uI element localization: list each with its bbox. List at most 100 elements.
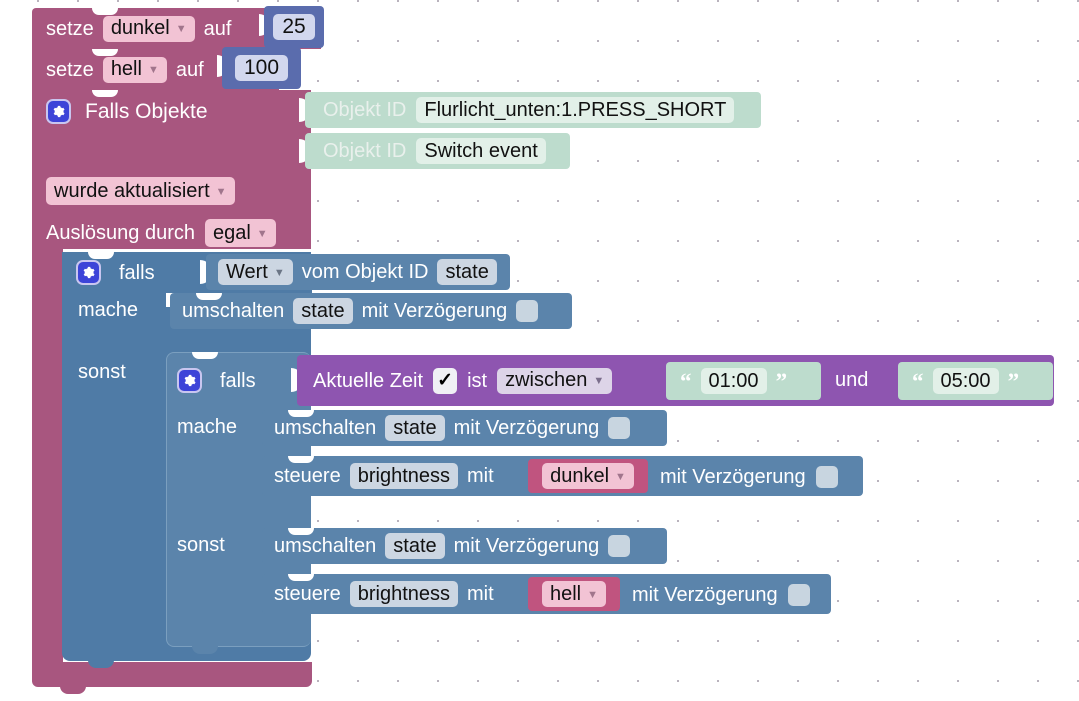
block-variable-dunkel[interactable]: dunkel ▼ [528,459,648,493]
toggle-target-field[interactable]: state [293,298,353,324]
setze-keyword-label: setze [46,17,94,40]
block-text-time-from[interactable]: “ 01:00 ” [666,362,821,400]
from-object-id-label: vom Objekt ID [301,261,429,283]
block-variable-hell[interactable]: hell ▼ [528,577,620,611]
block-object-id-2[interactable]: Objekt ID Switch event [305,133,570,169]
control-verb-label: steuere [274,465,341,487]
condition-dropdown[interactable]: wurde aktualisiert ▼ [46,177,235,205]
toggle-delay-checkbox-3[interactable] [608,535,631,557]
toggle-target-field-3[interactable]: state [385,533,445,559]
toggle-verb-label: umschalten [182,300,285,322]
control-delay-checkbox-2[interactable] [787,584,810,606]
control-delay-checkbox[interactable] [815,466,838,488]
block-toggle-state-outer[interactable]: umschalten state mit Verzögerung [170,293,572,329]
current-time-checkbox[interactable]: ✓ [433,367,458,394]
comparator-dropdown[interactable]: zwischen ▼ [497,367,613,394]
chevron-down-icon: ▼ [175,23,187,35]
control-delay-label: mit Verzögerung [660,466,806,488]
toggle-delay-checkbox-2[interactable] [608,417,631,439]
variable-dropdown-hell[interactable]: hell ▼ [102,56,167,83]
objekt-id-field-1[interactable]: Flurlicht_unten:1.PRESS_SHORT [416,97,735,123]
current-time-label: Aktuelle Zeit [313,369,424,392]
block-toggle-state-inner-else[interactable]: umschalten state mit Verzögerung [262,528,667,564]
gear-icon[interactable] [46,98,71,124]
trigger-bottom-bump [60,686,86,694]
if-inner-bottom-bump [192,646,218,654]
if-outer-bottom-bump [88,660,114,668]
if-inner-header: falls [177,365,256,396]
objekt-id-label-1: Objekt ID [323,99,407,121]
object-id-field-state[interactable]: state [437,259,497,285]
variable-dropdown-dunkel[interactable]: dunkel ▼ [102,15,195,42]
quote-open-icon: “ [680,368,692,394]
variable-hell-dropdown[interactable]: hell ▼ [541,581,607,607]
ist-label: ist [467,369,488,392]
if-outer-label: falls [119,261,155,284]
quote-close-icon: ” [775,368,788,394]
trigger-by-row: Auslösung durch egal ▼ [46,219,276,247]
control-delay-group-2: mit Verzögerung [632,581,810,609]
block-toggle-state-inner-do[interactable]: umschalten state mit Verzögerung [262,410,667,446]
block-get-value-state[interactable]: Wert ▼ vom Objekt ID state [206,254,510,290]
variable-dunkel-dropdown[interactable]: dunkel ▼ [542,463,634,489]
control-with-label-2: mit [467,583,494,605]
time-from-field[interactable]: 01:00 [700,368,767,394]
trigger-title-label: Falls Objekte [85,99,208,123]
value-type-dropdown[interactable]: Wert ▼ [218,259,293,285]
trigger-bottom-bar [32,662,312,687]
trigger-left-spine [32,249,63,670]
objekt-id-field-2[interactable]: Switch event [416,138,546,164]
control-target-field[interactable]: brightness [349,463,458,489]
block-if-outer-bottom [62,646,311,661]
if-inner-label: falls [220,369,256,392]
chevron-down-icon: ▼ [587,588,599,601]
trigger-by-dropdown[interactable]: egal ▼ [204,219,276,247]
toggle-delay-label: mit Verzögerung [361,300,508,322]
block-if-inner-bottom [166,633,311,647]
control-target-field-2[interactable]: brightness [349,581,458,607]
trigger-header: Falls Objekte [46,95,208,127]
toggle-delay-label-2: mit Verzögerung [453,417,600,439]
objekt-id-label-2: Objekt ID [323,140,407,162]
block-object-id-1[interactable]: Objekt ID Flurlicht_unten:1.PRESS_SHORT [305,92,761,128]
number-field-100[interactable]: 100 [234,55,289,81]
trigger-condition-row: wurde aktualisiert ▼ [46,177,235,205]
comparator-dropdown-label: zwischen [505,369,588,391]
variable-dropdown-dunkel-label: dunkel [110,17,170,39]
if-outer-else-label: sonst [78,361,126,383]
toggle-target-field-2[interactable]: state [385,415,445,441]
trigger-by-label: Auslösung durch [46,222,195,244]
variable-dunkel-label: dunkel [550,464,610,487]
variable-hell-label: hell [549,582,582,605]
control-verb-label-2: steuere [274,583,341,605]
variable-dropdown-hell-label: hell [110,58,142,80]
toggle-verb-label-3: umschalten [274,535,377,557]
chevron-down-icon: ▼ [147,64,159,76]
value-type-dropdown-label: Wert [226,260,268,283]
if-inner-else-label: sonst [177,534,225,556]
toggle-verb-label-2: umschalten [274,417,377,439]
gear-icon[interactable] [76,260,101,285]
trigger-by-dropdown-label: egal [212,221,251,244]
blockly-workspace[interactable]: setze dunkel ▼ auf 25 setze hell ▼ auf 1… [0,0,1079,701]
control-with-label: mit [467,465,494,487]
number-field-25[interactable]: 25 [273,14,315,40]
setze-keyword-label-2: setze [46,58,94,81]
chevron-down-icon: ▼ [273,266,285,279]
toggle-delay-label-3: mit Verzögerung [453,535,600,557]
chevron-down-icon: ▼ [615,470,626,483]
condition-dropdown-label: wurde aktualisiert [54,179,210,202]
und-label: und [835,369,869,391]
block-number-100[interactable]: 100 [222,47,301,89]
quote-open-icon-2: “ [912,368,924,394]
block-text-time-to[interactable]: “ 05:00 ” [898,362,1053,400]
toggle-delay-checkbox[interactable] [516,300,539,322]
quote-close-icon-2: ” [1007,368,1020,394]
control-delay-label-2: mit Verzögerung [632,584,778,606]
block-number-25[interactable]: 25 [264,6,324,48]
auf-connector-label-2: auf [175,58,204,81]
if-inner-do-label: mache [177,416,238,438]
time-to-field[interactable]: 05:00 [932,368,999,394]
gear-icon[interactable] [177,368,202,393]
chevron-down-icon: ▼ [593,375,605,387]
